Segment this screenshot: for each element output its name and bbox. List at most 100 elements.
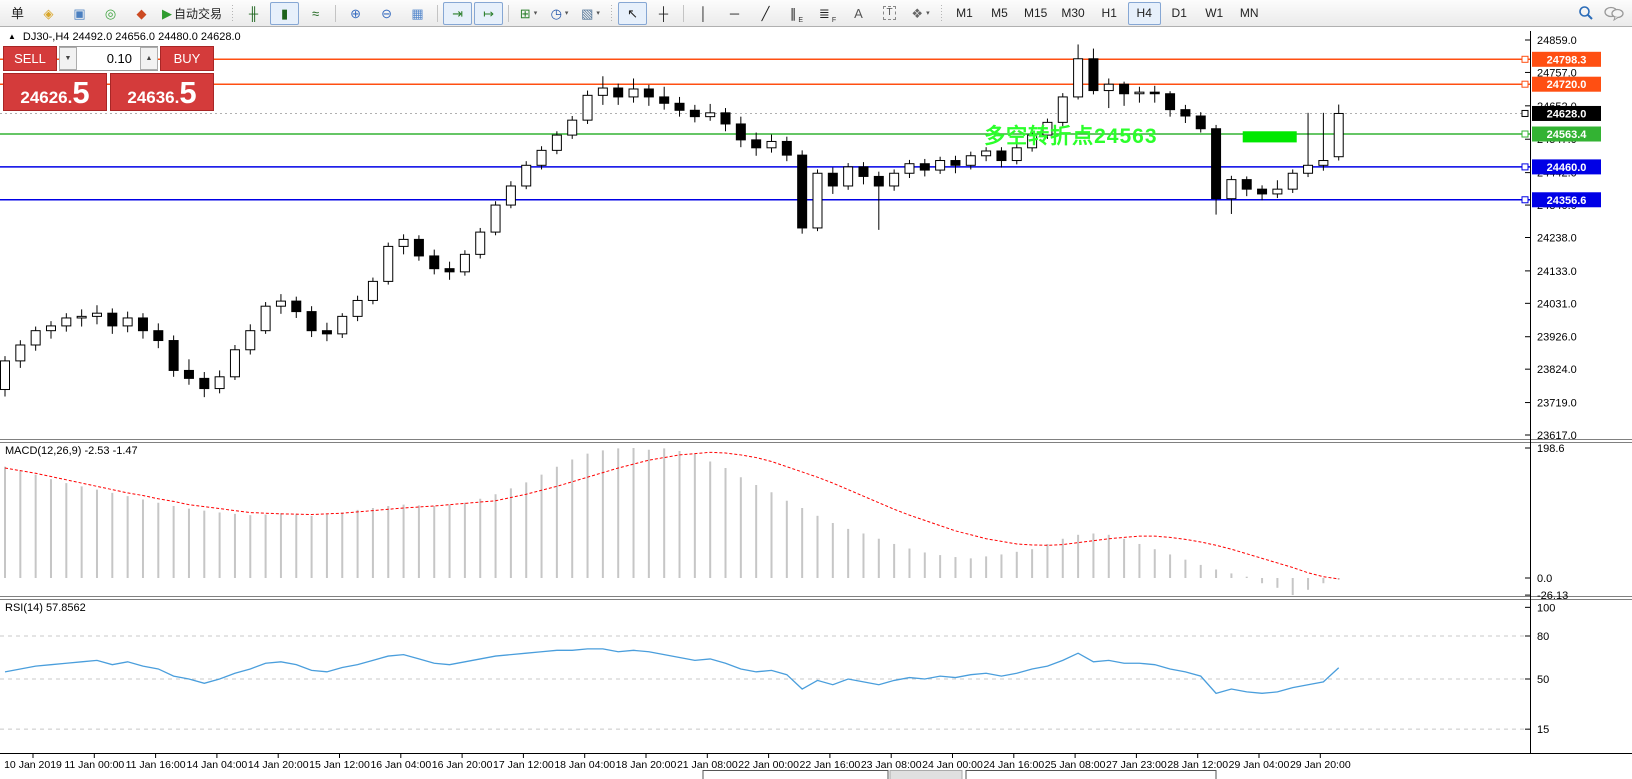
templates-button[interactable]: ▧▾: [576, 2, 605, 25]
rsi-indicator-label: RSI(14) 57.8562: [5, 602, 86, 614]
candlestick-chart-button[interactable]: ▮: [270, 2, 299, 25]
crosshair-button[interactable]: ┼: [649, 2, 678, 25]
timeframe-h4-button[interactable]: H4: [1128, 2, 1161, 25]
timeframe-d1-button[interactable]: D1: [1163, 2, 1196, 25]
price-badge-24798.3-marker[interactable]: [1522, 56, 1528, 62]
signals-button[interactable]: ◎: [96, 2, 125, 25]
candle-body: [445, 269, 454, 272]
rsi-tick-label: 100: [1537, 602, 1555, 614]
cursor-button[interactable]: ↖: [618, 2, 647, 25]
toolbar-right-group: [1578, 5, 1624, 21]
zoom-out-button[interactable]: ⊖: [372, 2, 401, 25]
icon-subscript: E: [798, 17, 803, 24]
bar-chart-button[interactable]: ╫: [239, 2, 268, 25]
tile-windows-button[interactable]: ▦: [403, 2, 432, 25]
time-tick-label: 21 Jan 08:00: [677, 759, 738, 771]
timeframe-m15-button[interactable]: M15: [1018, 2, 1053, 25]
candle-body: [1212, 129, 1221, 199]
metaquotes-community-icon: ▣: [73, 7, 85, 20]
text-label-button[interactable]: T: [875, 2, 904, 25]
volume-input[interactable]: 0.10: [77, 47, 140, 70]
vertical-line-button[interactable]: │: [689, 2, 718, 25]
buy-price-main: 24636: [127, 87, 174, 108]
candle-body: [261, 306, 270, 330]
timeframe-mn-button[interactable]: MN: [1233, 2, 1266, 25]
line-chart-button[interactable]: ≈: [301, 2, 330, 25]
candle-body: [1258, 189, 1267, 194]
timeframe-mn-label: MN: [1240, 6, 1259, 20]
candle-body: [353, 300, 362, 316]
zoom-out-icon: ⊖: [381, 7, 392, 20]
candle-body: [123, 318, 132, 326]
sell-button[interactable]: SELL: [3, 46, 57, 71]
text-label-icon: T: [883, 6, 895, 20]
symbol-title: DJ30-,H4 24492.0 24656.0 24480.0 24628.0: [23, 31, 241, 43]
autotrading-label: 自动交易: [174, 5, 222, 22]
time-tick-label: 14 Jan 04:00: [187, 759, 248, 771]
horizontal-line-button[interactable]: ─: [720, 2, 749, 25]
autotrading-icon: ▶: [162, 7, 172, 20]
timeframe-w1-button[interactable]: W1: [1198, 2, 1231, 25]
buy-price-display[interactable]: 24636.5: [110, 73, 214, 111]
current-price-badge-text: 24628.0: [1547, 108, 1587, 120]
candle-body: [1196, 116, 1205, 129]
autotrading-button[interactable]: ▶自动交易: [158, 2, 226, 25]
candle-body: [675, 103, 684, 110]
timeframe-h1-label: H1: [1102, 6, 1117, 20]
chart-canvas[interactable]: 24859.024757.024652.024547.024442.024340…: [0, 0, 1632, 779]
candle-body: [859, 167, 868, 177]
price-badge-24460.0-marker[interactable]: [1522, 164, 1528, 170]
panel-collapse-icon[interactable]: ▲: [8, 33, 16, 41]
chat-icon[interactable]: [1604, 5, 1624, 21]
search-icon[interactable]: [1578, 5, 1594, 21]
timeframe-h1-button[interactable]: H1: [1093, 2, 1126, 25]
volume-decrease-button[interactable]: ▼: [59, 47, 77, 70]
price-badge-24356.6-marker[interactable]: [1522, 197, 1528, 203]
candle-body: [1227, 180, 1236, 199]
candle-body: [721, 113, 730, 124]
indicators-icon: ⊞: [520, 7, 531, 20]
candle-body: [1104, 84, 1113, 90]
time-tick-label: 16 Jan 20:00: [432, 759, 493, 771]
current-price-badge-marker[interactable]: [1522, 110, 1528, 116]
volume-spinner: ▼ 0.10 ▲: [59, 46, 158, 71]
fibonacci-button[interactable]: ≣F: [813, 2, 842, 25]
candle-body: [246, 331, 255, 350]
price-tick-label: 23926.0: [1537, 332, 1577, 344]
metaquotes-community-button[interactable]: ▣: [65, 2, 94, 25]
candle-body: [537, 150, 546, 165]
metaeditor-button[interactable]: ◈: [34, 2, 63, 25]
trendline-button[interactable]: ╱: [751, 2, 780, 25]
equidistant-channel-button[interactable]: ∥E: [782, 2, 811, 25]
equidistant-channel-icon: ∥: [790, 7, 797, 20]
price-tick-label: 24238.0: [1537, 232, 1577, 244]
price-tick-label: 23824.0: [1537, 364, 1577, 376]
auto-scroll-button[interactable]: ⇥: [443, 2, 472, 25]
timeframe-m1-button[interactable]: M1: [948, 2, 981, 25]
price-badge-24563.4-marker[interactable]: [1522, 131, 1528, 137]
timeframe-m5-label: M5: [991, 6, 1008, 20]
periods-button[interactable]: ◷▾: [545, 2, 574, 25]
volume-increase-button[interactable]: ▲: [140, 47, 158, 70]
timeframe-m5-button[interactable]: M5: [983, 2, 1016, 25]
candle-body: [1242, 180, 1251, 190]
timeframe-m30-button[interactable]: M30: [1055, 2, 1090, 25]
market-button[interactable]: ◆: [127, 2, 156, 25]
candle-body: [997, 151, 1006, 161]
text-button[interactable]: A: [844, 2, 873, 25]
price-badge-24720.0-marker[interactable]: [1522, 81, 1528, 87]
candle-body: [552, 135, 561, 150]
buy-button[interactable]: BUY: [160, 46, 214, 71]
arrows-button[interactable]: ❖▾: [906, 2, 935, 25]
candle-body: [200, 378, 209, 388]
new-order-button[interactable]: 单: [3, 2, 32, 25]
zoom-in-button[interactable]: ⊕: [341, 2, 370, 25]
candle-body: [1058, 97, 1067, 122]
price-tick-label: 24133.0: [1537, 266, 1577, 278]
indicators-button[interactable]: ⊞▾: [514, 2, 543, 25]
candle-body: [1135, 92, 1144, 94]
sell-price-display[interactable]: 24626.5: [3, 73, 107, 111]
text-icon: A: [854, 7, 863, 20]
pivot-highlight-bar[interactable]: [1243, 131, 1297, 142]
chart-shift-button[interactable]: ↦: [474, 2, 503, 25]
